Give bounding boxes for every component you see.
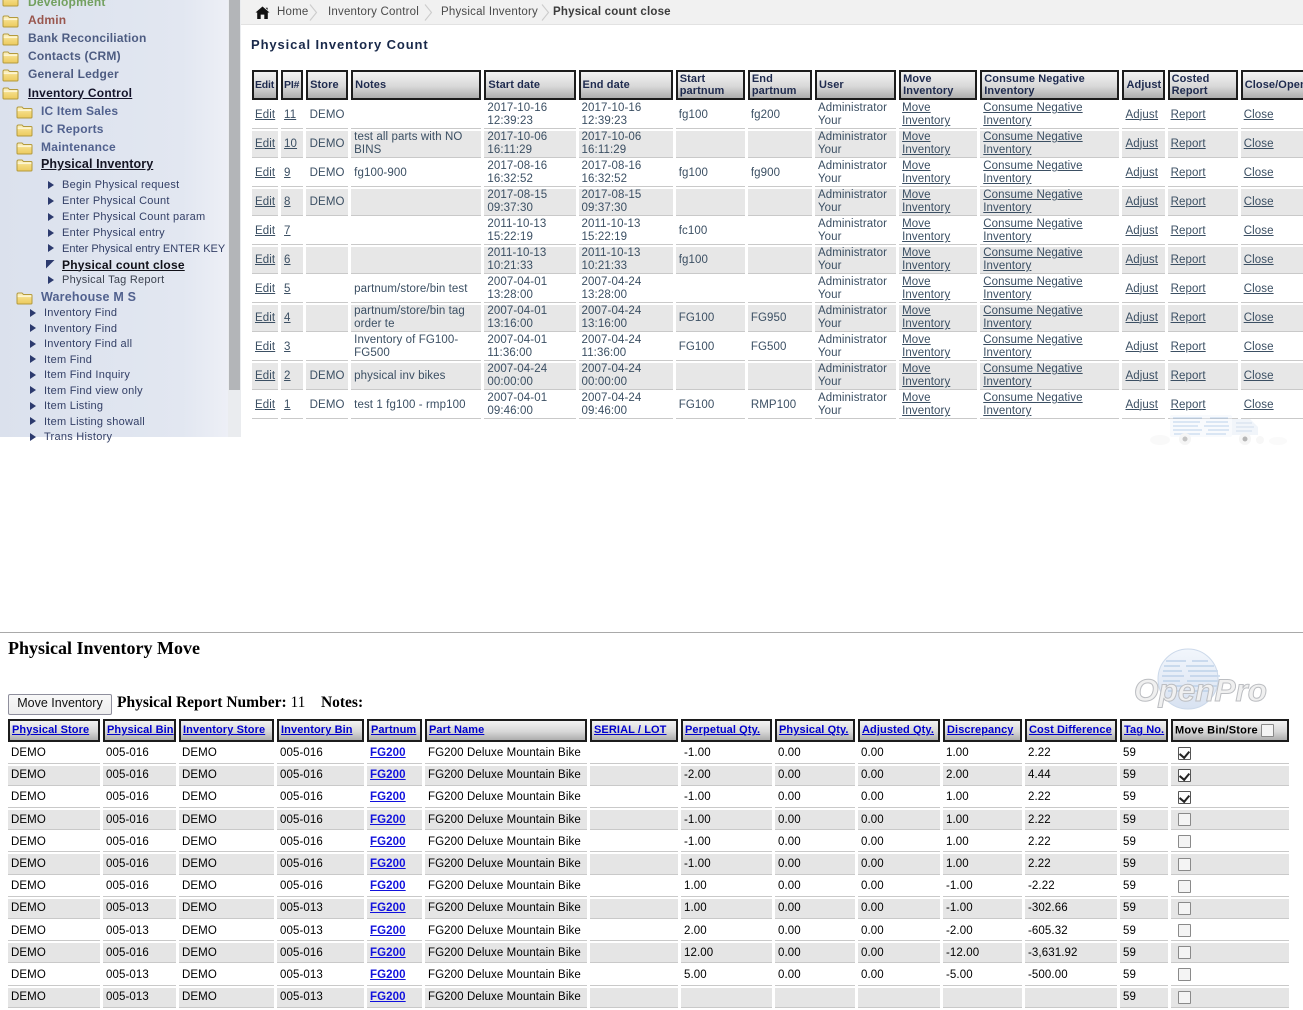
svg-text:OpenPro: OpenPro [1134, 672, 1267, 708]
